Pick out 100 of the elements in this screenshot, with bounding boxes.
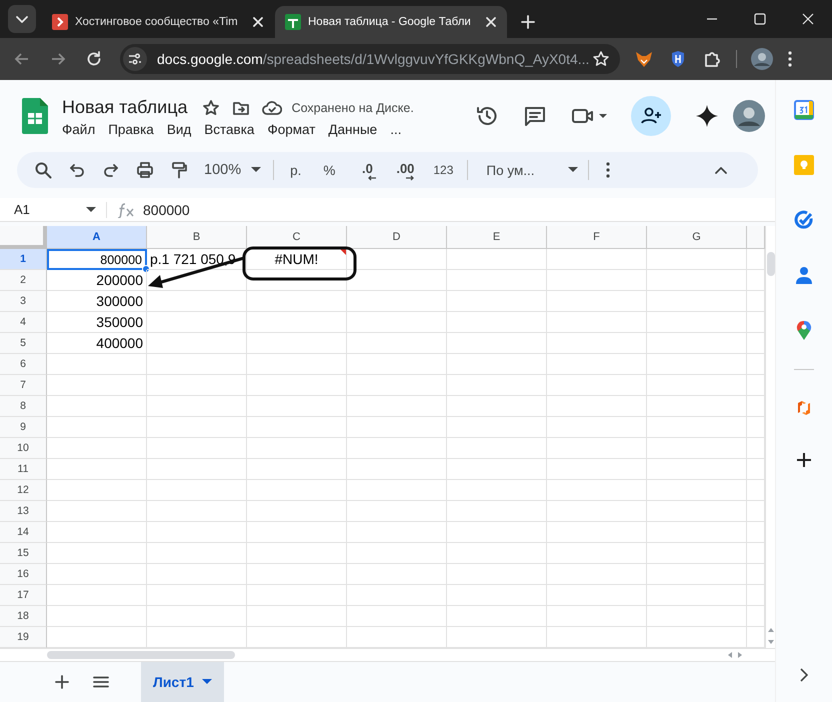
menu-item[interactable]: Вставка [204, 122, 254, 137]
menu-item[interactable]: Файл [62, 122, 96, 137]
undo-icon[interactable] [68, 161, 86, 179]
row-header[interactable]: 6 [0, 354, 47, 375]
column-header[interactable]: C [247, 226, 347, 249]
more-menu-icon[interactable] [787, 50, 793, 68]
table-cell: 300000 [96, 293, 143, 309]
browser-tab[interactable]: Хостинговое сообщество «Tim [42, 6, 274, 38]
row-header[interactable]: 9 [0, 417, 47, 438]
arrow-left-icon [367, 175, 378, 181]
caret-icon [251, 167, 262, 173]
menu-item[interactable]: Данные [328, 122, 378, 137]
row-header[interactable]: 8 [0, 396, 47, 417]
tab-title: Новая таблица - Google Табли [308, 16, 472, 28]
caret-icon [202, 679, 212, 685]
check-circle-icon[interactable] [794, 210, 814, 230]
percent-button[interactable]: % [323, 162, 336, 178]
maximize-icon[interactable] [753, 12, 767, 26]
tab-title: Хостинговое сообщество «Tim [75, 16, 239, 28]
paint-format-icon[interactable] [170, 161, 188, 179]
reload-icon[interactable] [85, 50, 103, 68]
comment-icon[interactable] [523, 104, 547, 128]
column-header[interactable]: E [447, 226, 547, 249]
close-icon[interactable] [801, 12, 815, 26]
column-header[interactable]: D [347, 226, 447, 249]
bookmark-star-icon[interactable] [592, 50, 610, 68]
account-avatar-icon[interactable] [733, 100, 765, 132]
fox-extension-icon[interactable] [634, 49, 654, 69]
add-icon[interactable] [796, 452, 812, 468]
row-header[interactable]: 4 [0, 312, 47, 333]
person-icon[interactable] [794, 265, 814, 285]
sheet-list-icon[interactable] [93, 676, 109, 688]
redo-icon[interactable] [102, 161, 120, 179]
table-cell: #NUM! [274, 251, 318, 267]
close-icon[interactable] [483, 14, 499, 30]
new-tab-icon[interactable] [520, 14, 536, 30]
browser-tab[interactable]: Новая таблица - Google Табли [275, 6, 507, 38]
fill-handle[interactable] [142, 265, 150, 273]
name-box[interactable]: A1 [14, 202, 96, 217]
search-icon[interactable] [34, 161, 52, 179]
table-cell: 200000 [96, 272, 143, 288]
row-header[interactable]: 17 [0, 585, 47, 606]
history-icon[interactable] [475, 104, 499, 128]
menu-item[interactable]: Правка [108, 122, 154, 137]
row-header[interactable]: 5 [0, 333, 47, 354]
decrease-decimals-button[interactable]: .0 [357, 163, 378, 177]
row-header[interactable]: 3 [0, 291, 47, 312]
row-header[interactable]: 1 [0, 249, 47, 270]
puzzle-icon[interactable] [702, 49, 722, 69]
print-icon[interactable] [136, 161, 154, 179]
currency-button[interactable]: р. [290, 162, 302, 178]
column-header[interactable]: B [147, 226, 247, 249]
row-header[interactable]: 14 [0, 522, 47, 543]
menu-item[interactable]: Вид [166, 122, 192, 137]
profile-avatar-icon[interactable] [751, 48, 773, 70]
row-header[interactable]: 15 [0, 543, 47, 564]
row-header[interactable]: 18 [0, 606, 47, 627]
row-header[interactable]: 16 [0, 564, 47, 585]
sparkle-icon[interactable] [695, 104, 719, 128]
more-icon[interactable] [605, 161, 612, 179]
url-text: docs.google.com/spreadsheets/d/1WvlggvuvYfGKKgWbnQ_AyX0t4... [157, 51, 590, 67]
caret-icon [86, 206, 96, 212]
table-cell: 350000 [96, 314, 143, 330]
address-field[interactable]: docs.google.com/spreadsheets/d/1WvlggvuvYfGKKgWbnQ_AyX0t4... [120, 44, 620, 74]
column-header[interactable]: G [647, 226, 747, 249]
calendar-icon[interactable] [794, 100, 814, 120]
row-header[interactable]: 13 [0, 501, 47, 522]
dropdown-icon[interactable] [8, 5, 36, 33]
increase-decimals-button[interactable]: .00 [395, 163, 416, 177]
column-header[interactable]: F [547, 226, 647, 249]
column-header[interactable]: A [47, 226, 147, 249]
row-header[interactable]: 12 [0, 480, 47, 501]
caret-icon [568, 167, 578, 173]
chevron-logo-icon [52, 14, 68, 30]
menu-item[interactable]: ... [390, 122, 402, 137]
font-dropdown[interactable]: По ум... [486, 162, 578, 178]
document-title[interactable]: Новая таблица [62, 97, 188, 118]
menu-item[interactable]: Формат [267, 122, 316, 137]
star-icon[interactable] [202, 98, 220, 116]
formula-field[interactable]: 800000 [143, 202, 190, 218]
save-status: Сохранено на Диске. [292, 100, 414, 114]
site-settings-icon[interactable] [123, 47, 147, 71]
row-header[interactable]: 19 [0, 627, 47, 648]
scrollbar-thumb[interactable] [47, 651, 235, 659]
table-cell: 800000 [100, 252, 142, 266]
number-format-button[interactable]: 123 [433, 163, 454, 177]
zoom-dropdown[interactable]: 100% [204, 162, 262, 178]
sheet-tab[interactable]: Лист1 [141, 662, 224, 702]
map-pin-icon[interactable] [796, 320, 812, 340]
add-person-icon[interactable] [631, 96, 671, 136]
add-sheet-icon[interactable] [55, 675, 69, 689]
scrollbar-thumb[interactable] [766, 252, 774, 276]
row-header[interactable]: 11 [0, 459, 47, 480]
expand-icon[interactable] [800, 668, 808, 682]
collapse-icon[interactable] [714, 165, 728, 175]
row-header[interactable]: 2 [0, 270, 47, 291]
cloud-check-icon [262, 98, 282, 116]
row-header[interactable]: 10 [0, 438, 47, 459]
row-header[interactable]: 7 [0, 375, 47, 396]
close-icon[interactable] [250, 14, 266, 30]
